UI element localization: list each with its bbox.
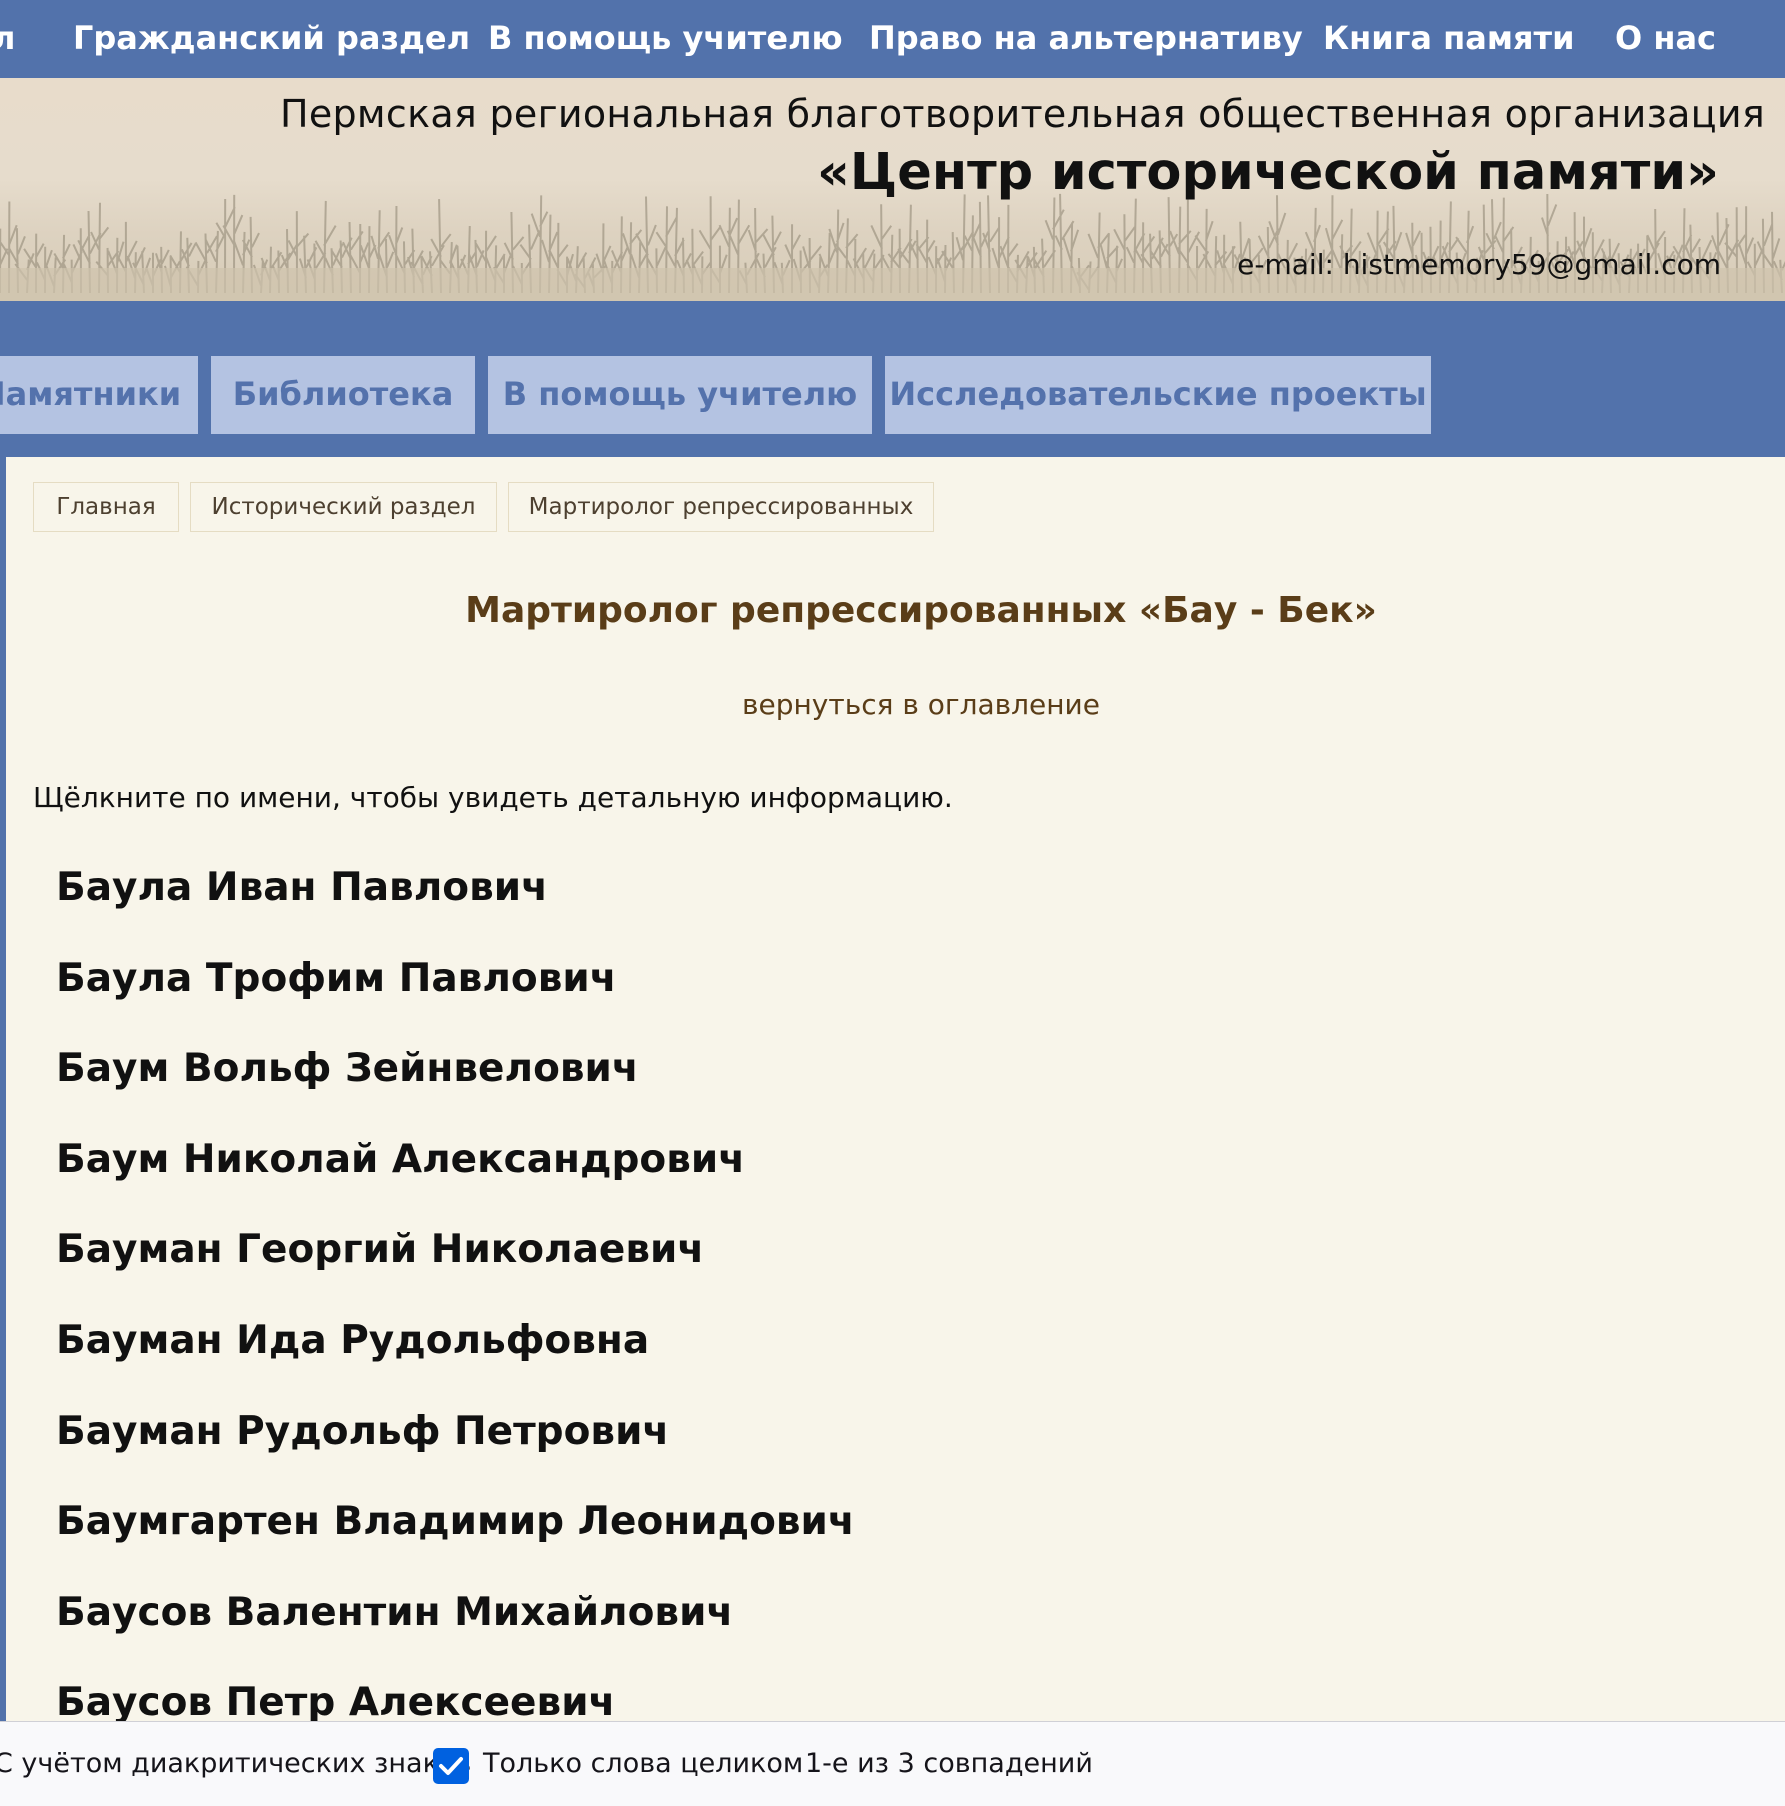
- match-count-status: 1-е из 3 совпадений: [805, 1748, 1093, 1779]
- top-nav-item-about[interactable]: О нас: [1615, 0, 1716, 78]
- back-to-contents-link[interactable]: вернуться в оглавление: [6, 688, 1785, 721]
- section-navigation: Памятники Библиотека В помощь учителю Ис…: [0, 301, 1785, 457]
- organization-name: «Центр исторической памяти»: [816, 143, 1719, 202]
- top-nav-item-partial[interactable]: л: [0, 0, 15, 78]
- name-link[interactable]: Баусов Петр Алексеевич: [56, 1680, 855, 1722]
- top-nav-item-right-to-alternative[interactable]: Право на альтернативу: [869, 0, 1303, 78]
- top-nav-item-teacher-help[interactable]: В помощь учителю: [488, 0, 843, 78]
- top-nav-item-memory-book[interactable]: Книга памяти: [1323, 0, 1575, 78]
- names-list: Баула Иван Павлович Баула Трофим Павлови…: [56, 865, 855, 1722]
- name-link[interactable]: Бауман Георгий Николаевич: [56, 1227, 855, 1318]
- name-link[interactable]: Баула Трофим Павлович: [56, 956, 855, 1047]
- find-bar: С учётом диакритических знаков Только сл…: [0, 1721, 1785, 1806]
- name-link[interactable]: Баумгартен Владимир Леонидович: [56, 1499, 855, 1590]
- tab-teacher-help[interactable]: В помощь учителю: [488, 356, 872, 434]
- breadcrumb-historical-section[interactable]: Исторический раздел: [190, 482, 497, 532]
- name-link[interactable]: Бауман Ида Рудольфовна: [56, 1318, 855, 1409]
- breadcrumb-martyrology[interactable]: Мартиролог репрессированных: [508, 482, 934, 532]
- diacritics-option-label[interactable]: С учётом диакритических знаков: [0, 1722, 471, 1806]
- name-link[interactable]: Баум Николай Александрович: [56, 1137, 855, 1228]
- tab-research-projects[interactable]: Исследовательские проекты: [885, 356, 1431, 434]
- tab-monuments[interactable]: Памятники: [0, 356, 198, 434]
- name-link[interactable]: Баусов Валентин Михайлович: [56, 1590, 855, 1681]
- organization-subtitle: Пермская региональная благотворительная …: [279, 92, 1765, 136]
- main-content: Главная Исторический раздел Мартиролог р…: [6, 457, 1785, 1722]
- page-title: Мартиролог репрессированных «Бау - Бек»: [465, 590, 1377, 631]
- name-link[interactable]: Баула Иван Павлович: [56, 865, 855, 956]
- instruction-text: Щёлкните по имени, чтобы увидеть детальн…: [33, 781, 953, 814]
- tab-library[interactable]: Библиотека: [211, 356, 475, 434]
- header-banner: Пермская региональная благотворительная …: [0, 78, 1785, 301]
- top-navigation: л Гражданский раздел В помощь учителю Пр…: [0, 0, 1785, 78]
- checkmark-icon: [439, 1757, 463, 1775]
- name-link[interactable]: Бауман Рудольф Петрович: [56, 1409, 855, 1500]
- contact-email: e-mail: histmemory59@gmail.com: [1237, 248, 1721, 281]
- name-link[interactable]: Баум Вольф Зейнвелович: [56, 1046, 855, 1137]
- top-nav-item-civil-section[interactable]: Гражданский раздел: [73, 0, 470, 78]
- whole-words-checkbox[interactable]: [433, 1748, 469, 1784]
- whole-words-label[interactable]: Только слова целиком: [483, 1722, 803, 1806]
- breadcrumb-home[interactable]: Главная: [33, 482, 179, 532]
